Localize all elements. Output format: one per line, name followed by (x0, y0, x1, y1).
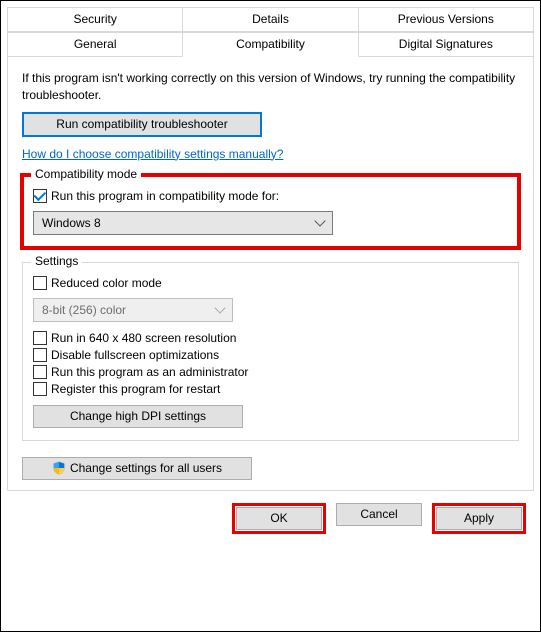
tab-details[interactable]: Details (182, 7, 358, 32)
res640-label: Run in 640 x 480 screen resolution (51, 331, 236, 345)
change-all-users-button[interactable]: Change settings for all users (22, 457, 252, 480)
register-restart-checkbox[interactable] (33, 382, 47, 396)
chevron-down-icon (314, 215, 325, 226)
tab-panel-compatibility: If this program isn't working correctly … (7, 56, 534, 491)
apply-highlight: Apply (432, 503, 526, 534)
register-restart-label: Register this program for restart (51, 382, 220, 396)
ok-button[interactable]: OK (236, 507, 322, 530)
tab-security[interactable]: Security (7, 7, 183, 32)
compatibility-mode-group: Compatibility mode Run this program in c… (22, 175, 519, 248)
compat-mode-checkbox-label: Run this program in compatibility mode f… (51, 189, 279, 203)
tab-strip: Security Details Previous Versions Gener… (1, 1, 540, 491)
ok-highlight: OK (232, 503, 326, 534)
color-mode-select: 8-bit (256) color (33, 298, 233, 322)
apply-button[interactable]: Apply (436, 507, 522, 530)
properties-dialog: Security Details Previous Versions Gener… (0, 0, 541, 632)
compat-mode-checkbox[interactable] (33, 189, 47, 203)
cancel-button[interactable]: Cancel (336, 503, 422, 526)
run-admin-label: Run this program as an administrator (51, 365, 248, 379)
reduced-color-checkbox[interactable] (33, 276, 47, 290)
dialog-footer: OK Cancel Apply (1, 491, 540, 546)
compat-mode-select-value: Windows 8 (42, 216, 101, 230)
run-admin-checkbox[interactable] (33, 365, 47, 379)
settings-title: Settings (31, 254, 82, 268)
tab-compatibility[interactable]: Compatibility (182, 32, 358, 57)
res640-checkbox[interactable] (33, 331, 47, 345)
compat-mode-select[interactable]: Windows 8 (33, 211, 333, 235)
compat-mode-title: Compatibility mode (31, 167, 141, 181)
disable-fullscreen-label: Disable fullscreen optimizations (51, 348, 219, 362)
tab-digital-signatures[interactable]: Digital Signatures (358, 32, 534, 57)
disable-fullscreen-checkbox[interactable] (33, 348, 47, 362)
intro-text: If this program isn't working correctly … (22, 70, 519, 104)
chevron-down-icon (214, 302, 225, 313)
shield-icon (52, 461, 66, 475)
reduced-color-label: Reduced color mode (51, 276, 162, 290)
tab-general[interactable]: General (7, 32, 183, 57)
settings-group: Settings Reduced color mode 8-bit (256) … (22, 262, 519, 441)
run-troubleshooter-button[interactable]: Run compatibility troubleshooter (22, 112, 262, 137)
tab-previous-versions[interactable]: Previous Versions (358, 7, 534, 32)
color-mode-value: 8-bit (256) color (42, 303, 126, 317)
change-dpi-button[interactable]: Change high DPI settings (33, 405, 243, 428)
manual-settings-link[interactable]: How do I choose compatibility settings m… (22, 147, 283, 161)
change-all-users-label: Change settings for all users (70, 461, 222, 475)
